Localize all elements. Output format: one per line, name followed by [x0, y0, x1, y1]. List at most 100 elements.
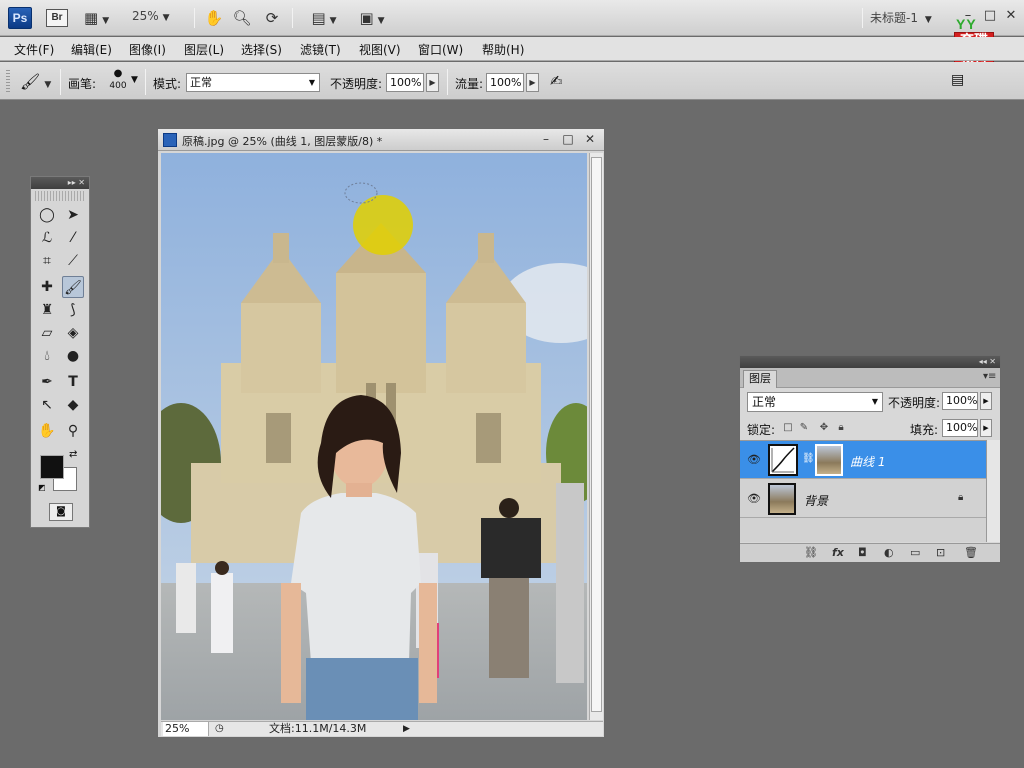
- visibility-eye-icon[interactable]: 👁︎: [744, 490, 764, 508]
- zoom-tool-icon[interactable]: 🔍︎: [232, 8, 252, 28]
- blend-mode-select[interactable]: 正常 ▼: [747, 392, 883, 412]
- tools-panel-grip[interactable]: [35, 191, 85, 201]
- document-title: 原稿.jpg @ 25% (曲线 1, 图层蒙版/8) *: [182, 135, 383, 148]
- magic-wand-tool-icon[interactable]: ⁄: [62, 227, 84, 249]
- screen-mode-icon[interactable]: ▣ ▼: [354, 8, 390, 28]
- tools-panel: ▸▸ ✕ ◯ ➤ ℒ ⁄ ⌗ ⟋ ✚ 🖌︎ ♜ ⟆ ▱ ◈ 💧︎ ● ✒︎ T …: [30, 176, 90, 528]
- layer-mask-thumbnail[interactable]: [815, 444, 843, 476]
- layers-scrollbar[interactable]: [986, 440, 1000, 542]
- brush-preset-icon[interactable]: 🖌︎ ▼: [20, 72, 51, 91]
- menu-layer[interactable]: 图层(L): [184, 41, 224, 58]
- default-colors-icon[interactable]: ◩: [38, 483, 46, 492]
- crop-tool-icon[interactable]: ⌗: [36, 250, 58, 272]
- menu-window[interactable]: 窗口(W): [418, 41, 463, 58]
- flow-field[interactable]: 100%: [486, 73, 524, 92]
- foreground-color-swatch[interactable]: [40, 455, 64, 479]
- visibility-eye-icon[interactable]: 👁︎: [744, 451, 764, 469]
- clone-stamp-tool-icon[interactable]: ♜: [36, 299, 58, 321]
- hand-tool-icon[interactable]: ✋: [204, 8, 224, 28]
- eyedropper-tool-icon[interactable]: ⟋: [62, 250, 84, 272]
- airbrush-toggle-icon[interactable]: ✍︎: [550, 72, 563, 90]
- panel-menu-icon[interactable]: ▾≡: [983, 371, 996, 382]
- link-layers-icon[interactable]: ⛓︎: [804, 546, 818, 559]
- photo-canvas[interactable]: [161, 153, 587, 720]
- brush-tool-icon[interactable]: 🖌︎: [62, 276, 84, 298]
- lock-position-icon[interactable]: ✥: [818, 422, 830, 434]
- layer-opacity-field[interactable]: 100%: [942, 392, 978, 410]
- status-zoom-field[interactable]: 25%: [163, 722, 209, 736]
- document-selector[interactable]: 未标题-1 ▼: [870, 9, 932, 26]
- flow-spinner[interactable]: ▶: [526, 73, 539, 92]
- opacity-label: 不透明度:: [330, 77, 383, 91]
- dodge-tool-icon[interactable]: ●: [62, 345, 84, 367]
- menu-edit[interactable]: 编辑(E): [71, 41, 112, 58]
- spot-healing-tool-icon[interactable]: ✚: [36, 276, 58, 298]
- arrange-documents-icon[interactable]: ▤ ▼: [306, 8, 342, 28]
- hand-tool-icon[interactable]: ✋: [36, 420, 58, 442]
- status-clock-icon[interactable]: ◷: [215, 722, 224, 736]
- lock-all-icon[interactable]: 🔒︎: [835, 422, 847, 434]
- eraser-tool-icon[interactable]: ▱: [36, 322, 58, 344]
- mask-link-icon[interactable]: ⛓︎: [802, 453, 815, 464]
- swap-colors-icon[interactable]: ⇄: [69, 449, 77, 460]
- new-group-icon[interactable]: ▭: [910, 546, 920, 559]
- bridge-button[interactable]: Br: [46, 9, 68, 27]
- scrollbar-thumb[interactable]: [591, 157, 602, 712]
- layer-style-icon[interactable]: fx: [832, 546, 844, 559]
- curves-adjustment-icon[interactable]: [768, 444, 798, 476]
- layer-opacity-spinner[interactable]: ▶: [980, 392, 992, 410]
- delete-layer-icon[interactable]: 🗑︎: [964, 546, 978, 559]
- fill-field[interactable]: 100%: [942, 419, 978, 437]
- document-close-icon[interactable]: ✕: [582, 131, 598, 147]
- blur-tool-icon[interactable]: 💧︎: [36, 345, 58, 367]
- layer-name[interactable]: 背景: [804, 492, 828, 509]
- fill-spinner[interactable]: ▶: [980, 419, 992, 437]
- opacity-field[interactable]: 100%: [386, 73, 424, 92]
- layer-thumbnail[interactable]: [768, 483, 796, 515]
- add-mask-icon[interactable]: ◘: [858, 546, 867, 559]
- menu-select[interactable]: 选择(S): [241, 41, 282, 58]
- document-vertical-scrollbar[interactable]: [589, 153, 603, 720]
- custom-shape-tool-icon[interactable]: ◆: [62, 394, 84, 416]
- menu-view[interactable]: 视图(V): [359, 41, 401, 58]
- photoshop-logo-icon[interactable]: Ps: [8, 7, 32, 29]
- layers-panel-header[interactable]: ◂◂ ✕: [740, 356, 1000, 368]
- brush-picker-caret-icon[interactable]: ▼: [131, 75, 138, 85]
- rotate-view-icon[interactable]: ⟳: [262, 8, 282, 28]
- lock-image-icon[interactable]: ✎: [798, 422, 810, 434]
- history-brush-tool-icon[interactable]: ⟆: [62, 299, 84, 321]
- status-menu-arrow-icon[interactable]: ▶: [403, 722, 410, 736]
- view-extras-icon[interactable]: ▦ ▼: [84, 8, 109, 28]
- zoom-level-select[interactable]: 25% ▼: [132, 9, 184, 27]
- close-window-icon[interactable]: ✕: [1003, 8, 1019, 24]
- menu-image[interactable]: 图像(I): [129, 41, 166, 58]
- layer-name[interactable]: 曲线 1: [850, 453, 885, 470]
- new-layer-icon[interactable]: ⊡: [936, 546, 945, 559]
- layers-panel: ◂◂ ✕ 图层 ▾≡ 正常 ▼ 不透明度: 100% ▶ 锁定: □ ✎ ✥ 🔒︎…: [739, 355, 1001, 563]
- document-titlebar[interactable]: 原稿.jpg @ 25% (曲线 1, 图层蒙版/8) * – □ ✕: [158, 129, 604, 151]
- layer-row-curves[interactable]: 👁︎ ⛓︎ 曲线 1: [740, 441, 986, 479]
- tools-panel-header[interactable]: ▸▸ ✕: [31, 177, 89, 189]
- type-tool-icon[interactable]: T: [62, 371, 84, 393]
- mode-select[interactable]: 正常 ▼: [186, 73, 320, 92]
- zoom-tool-icon[interactable]: ⚲: [62, 420, 84, 442]
- document-minimize-icon[interactable]: –: [538, 131, 554, 147]
- quick-mask-button[interactable]: ◙: [49, 503, 73, 521]
- path-selection-tool-icon[interactable]: ↖: [36, 394, 58, 416]
- brush-panel-toggle-icon[interactable]: ▤: [951, 72, 964, 88]
- adjustment-layer-icon[interactable]: ◐: [884, 546, 894, 559]
- lock-transparency-icon[interactable]: □: [782, 422, 794, 434]
- lasso-tool-icon[interactable]: ℒ: [36, 227, 58, 249]
- ellipse-marquee-tool-icon[interactable]: ◯: [36, 204, 58, 226]
- pen-tool-icon[interactable]: ✒︎: [36, 371, 58, 393]
- menu-help[interactable]: 帮助(H): [482, 41, 524, 58]
- menu-filter[interactable]: 滤镜(T): [300, 41, 341, 58]
- tab-layers[interactable]: 图层: [743, 370, 777, 388]
- layer-row-background[interactable]: 👁︎ 背景 🔒︎: [740, 480, 986, 518]
- brush-size-picker[interactable]: ● 400: [106, 68, 130, 96]
- document-maximize-icon[interactable]: □: [560, 131, 576, 147]
- move-tool-icon[interactable]: ➤: [62, 204, 84, 226]
- opacity-spinner[interactable]: ▶: [426, 73, 439, 92]
- menu-file[interactable]: 文件(F): [14, 41, 54, 58]
- paint-bucket-tool-icon[interactable]: ◈: [62, 322, 84, 344]
